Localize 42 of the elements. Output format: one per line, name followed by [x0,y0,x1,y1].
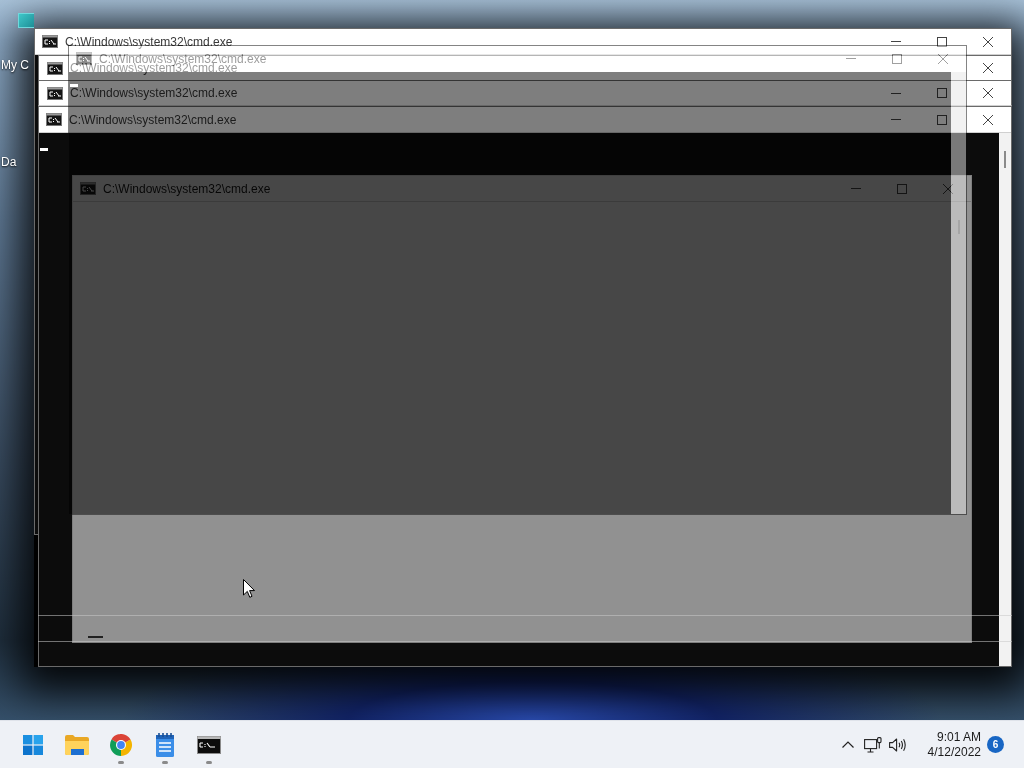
shortcut-icon[interactable] [18,13,34,28]
clock-button[interactable]: 9:01 AM 4/12/2022 [917,729,987,760]
scrollbar[interactable] [951,72,966,514]
folder-icon [65,734,89,755]
window-title: C:\Windows\system32\cmd.exe [65,34,233,49]
scrollbar[interactable] [999,133,1011,666]
terminal-icon [47,86,63,100]
notification-count[interactable]: 6 [987,736,1004,753]
maximize-icon [937,36,947,47]
terminal-icon [46,113,62,126]
minimize-icon [891,119,901,120]
text-cursor [88,636,103,638]
terminal-icon [47,61,63,75]
mouse-pointer-icon [243,579,255,598]
browser-icon [110,733,132,756]
maximize-icon [937,114,947,125]
notepad-icon [156,732,174,757]
desktop-icon-label: Da [1,155,17,169]
maximize-icon [937,88,947,98]
terminal-icon [197,735,221,754]
close-icon [983,114,993,125]
clock-time: 9:01 AM [936,729,981,745]
minimize-icon [891,41,901,42]
text-cursor [70,84,78,87]
text-cursor [40,148,48,151]
maximize-icon [892,53,902,64]
four-panes-icon [23,734,43,755]
window-title: C:\Windows\system32\cmd.exe [69,112,237,127]
close-icon [983,63,993,73]
minimize-icon [891,92,901,94]
clock-date: 4/12/2022 [927,744,981,760]
chevron-up-icon [841,741,854,748]
terminal-icon [76,52,92,65]
terminal-icon [42,35,58,48]
network-icon [863,736,882,753]
window-title: C:\Windows\system32\cmd.exe [103,181,271,196]
close-icon [983,36,993,47]
desktop-icon-label: My C [1,58,29,72]
window-title: C:\Windows\system32\cmd.exe [70,86,238,100]
minimize-icon [846,58,856,59]
speaker-icon [889,737,907,752]
close-icon [983,88,993,98]
